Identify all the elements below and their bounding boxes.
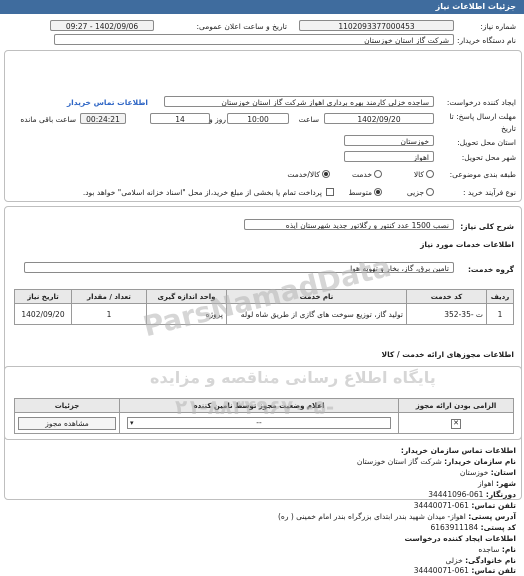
remaining-time-field: 00:24:21 — [80, 113, 126, 124]
table-row: ✕ -- ▾ مشاهده مجوز — [14, 412, 514, 434]
category-radio-goods[interactable] — [426, 170, 434, 178]
buyer-field: شرکت گاز استان خوزستان — [54, 34, 454, 45]
process-label: نوع فرآیند خرید : — [462, 188, 516, 197]
services-header-row: ردیف کد خدمت نام خدمت واحد اندازه گیری ت… — [14, 289, 514, 304]
cell-permit-status: -- ▾ — [119, 412, 399, 434]
category-option-service: خدمت — [352, 170, 372, 179]
contact-value: خوزستان — [459, 468, 489, 477]
process-option-medium: متوسط — [348, 188, 372, 197]
need-number-field: 1102093377000453 — [299, 20, 454, 31]
contact-key: تلفن تماس: — [471, 566, 516, 575]
col-qty: تعداد / مقدار — [71, 289, 147, 304]
col-unit: واحد اندازه گیری — [146, 289, 227, 304]
category-radio-service[interactable] — [374, 170, 382, 178]
days-field: 14 — [150, 113, 210, 124]
services-table: ردیف کد خدمت نام خدمت واحد اندازه گیری ت… — [14, 289, 514, 325]
services-title: اطلاعات خدمات مورد نیاز — [420, 240, 514, 249]
permits-header-row: الزامی بودن ارائه مجوز اعلام وضعیت مجوز … — [14, 398, 514, 413]
process-radio-medium[interactable] — [374, 188, 382, 196]
cell-permit-details: مشاهده مجوز — [14, 412, 120, 434]
contact-key: کد پستی: — [480, 523, 516, 532]
col-permit-required: الزامی بودن ارائه مجوز — [398, 398, 514, 413]
deadline-label: مهلت ارسال پاسخ: تا — [449, 112, 516, 121]
col-date: تاریخ نیاز — [14, 289, 72, 304]
buyer-label: نام دستگاه خریدار: — [456, 36, 516, 45]
deadline-date-label: تاریخ — [501, 124, 516, 133]
treasury-payment-checkbox[interactable] — [326, 188, 334, 196]
table-row: 1 ت -35-352 تولید گاز، توزیع سوخت های گا… — [14, 303, 514, 325]
cell-code: ت -35-352 — [406, 303, 487, 325]
permits-table: الزامی بودن ارائه مجوز اعلام وضعیت مجوز … — [14, 398, 514, 434]
buyer-contact-link[interactable]: اطلاعات تماس خریدار — [67, 98, 148, 107]
summary-label: شرح کلی نیاز: — [460, 222, 514, 231]
permits-title: اطلاعات مجوزهای ارائه خدمت / کالا — [381, 350, 514, 359]
col-name: نام خدمت — [226, 289, 407, 304]
summary-field: نصب 1500 عدد کنتور و رگلاتور جدید شهرستا… — [244, 219, 454, 230]
need-details-panel — [4, 50, 522, 202]
contact-value: اهواز- میدان شهید بندر ابتدای بزرگراه بن… — [278, 512, 466, 521]
col-code: کد خدمت — [406, 289, 487, 304]
contact-key: نام خانوادگی: — [465, 556, 516, 565]
province-field: خوزستان — [344, 135, 434, 146]
page-title: جزئیات اطلاعات نیاز — [435, 2, 516, 11]
service-group-field: تامین برق، گاز، بخار و تهویه هوا — [24, 262, 454, 273]
creator-field: ساجده خزلی کارمند بهره برداری اهواز شرکت… — [164, 96, 434, 107]
contact-value: شرکت گاز استان خوزستان — [356, 457, 442, 466]
cell-date: 1402/09/20 — [14, 303, 72, 325]
deadline-date-field: 1402/09/20 — [324, 113, 434, 124]
permit-status-select[interactable]: -- ▾ — [127, 417, 391, 429]
col-permit-details: جزئیات — [14, 398, 120, 413]
remaining-time-label: ساعت باقی مانده — [20, 115, 76, 124]
contact-key: استان: — [490, 468, 516, 477]
contact-key: تلفن تماس: — [471, 501, 516, 510]
chevron-down-icon: ▾ — [130, 419, 134, 427]
creator-info-title: اطلاعات ایجاد کننده درخواست — [404, 534, 516, 543]
permit-status-value: -- — [256, 418, 262, 427]
contact-key: دورنگار: — [485, 490, 516, 499]
process-radio-minor[interactable] — [426, 188, 434, 196]
city-label: شهر محل تحویل: — [461, 153, 516, 162]
contact-key: نام سازمان خریدار: — [444, 457, 516, 466]
deadline-time-label: ساعت — [298, 115, 319, 124]
city-field: اهواز — [344, 151, 434, 162]
view-permit-button[interactable]: مشاهده مجوز — [18, 416, 116, 430]
cell-row: 1 — [486, 303, 514, 325]
contact-value: 061-34441096 — [428, 490, 484, 499]
need-number-label: شماره نیاز: — [480, 22, 516, 31]
cell-qty: 1 — [71, 303, 147, 325]
days-label: روز و — [209, 115, 226, 124]
payment-note: پرداخت تمام یا بخشی از مبلغ خرید،از محل … — [82, 188, 322, 197]
permit-required-checkbox-icon: ✕ — [451, 418, 461, 429]
contact-title: اطلاعات تماس سازمان خریدار: — [400, 446, 516, 455]
contact-value: 061-34440071 — [413, 566, 469, 575]
deadline-time-field: 10:00 — [227, 113, 289, 124]
creator-label: ایجاد کننده درخواست: — [446, 98, 516, 107]
col-row: ردیف — [486, 289, 514, 304]
contact-key: شهر: — [496, 479, 516, 488]
announce-field: 1402/09/06 - 09:27 — [50, 20, 154, 31]
cell-unit: پروژه — [146, 303, 227, 325]
contact-key: نام: — [501, 545, 516, 554]
cell-permit-required: ✕ — [398, 412, 514, 434]
announce-label: تاریخ و ساعت اعلان عمومی: — [196, 22, 287, 31]
page-header: جزئیات اطلاعات نیاز — [0, 0, 524, 14]
category-option-goods-service: کالا/خدمت — [287, 170, 320, 179]
category-radio-goods-service[interactable] — [322, 170, 330, 178]
contact-value: 6163911184 — [430, 523, 479, 532]
col-permit-status: اعلام وضعیت مجوز توسط نامین کننده — [119, 398, 399, 413]
cell-name: تولید گاز، توزیع سوخت های گازی از طریق ش… — [226, 303, 407, 325]
process-option-minor: جزیی — [406, 188, 424, 197]
contact-value: 061-34440071 — [413, 501, 469, 510]
service-group-label: گروه خدمت: — [467, 265, 514, 274]
category-label: طبقه بندی موضوعی: — [449, 170, 516, 179]
contact-value: اهواز — [477, 479, 494, 488]
contact-value: خزلی — [445, 556, 463, 565]
province-label: استان محل تحویل: — [457, 138, 516, 147]
category-option-goods: کالا — [413, 170, 424, 179]
contact-key: آدرس پستی: — [468, 512, 516, 521]
contact-value: ساجده — [478, 545, 500, 554]
